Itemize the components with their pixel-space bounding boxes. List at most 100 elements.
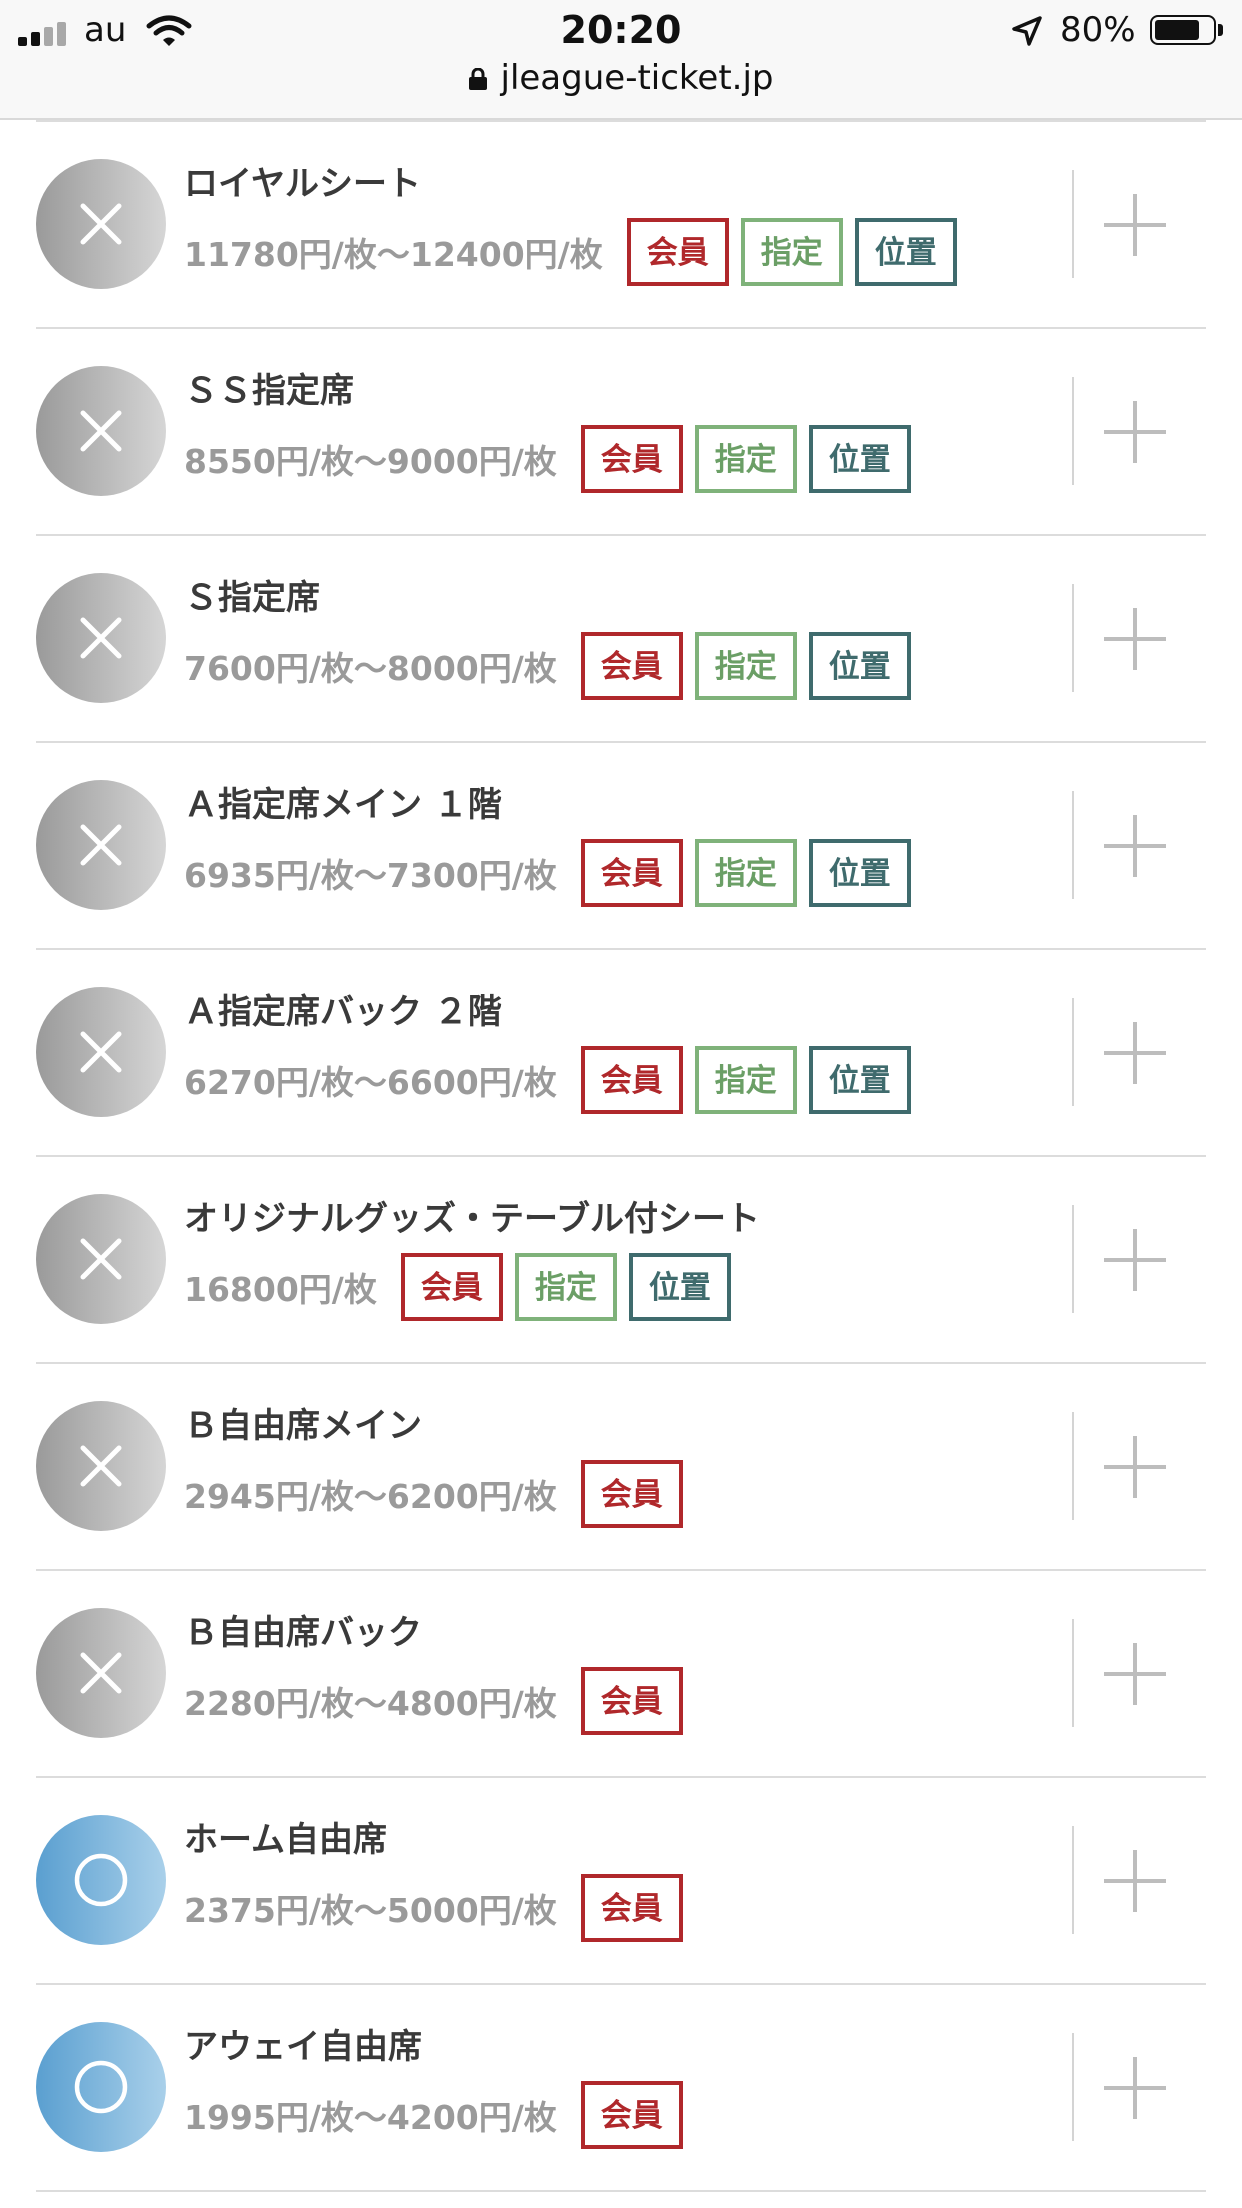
battery-level-fill (1155, 20, 1199, 40)
availability-status (36, 1401, 166, 1531)
plus-icon[interactable] (1102, 1641, 1168, 1707)
reserved-tag: 指定 (514, 1253, 617, 1321)
x-icon (80, 1238, 122, 1280)
row-divider (1072, 791, 1074, 899)
seat-name: ロイヤルシート (184, 164, 421, 204)
seat-price: 6270円/枚〜6600円/枚 (184, 1063, 557, 1102)
seat-price: 7600円/枚〜8000円/枚 (184, 649, 557, 688)
member-tag: 会員 (580, 1460, 683, 1528)
seat-name: アウェイ自由席 (184, 2027, 422, 2067)
circle-icon (74, 1853, 128, 1907)
member-tag: 会員 (580, 839, 683, 907)
address-bar[interactable]: jleague-ticket.jp (0, 58, 1242, 98)
position-tag: 位置 (808, 632, 911, 700)
row-divider (1072, 170, 1074, 278)
availability-status (36, 780, 166, 910)
price-row: 2280円/枚〜4800円/枚 会員 (184, 1667, 695, 1735)
x-icon (80, 617, 122, 659)
page-url: jleague-ticket.jp (500, 58, 774, 98)
availability-status (36, 366, 166, 496)
seat-row[interactable]: アウェイ自由席 1995円/枚〜4200円/枚 会員 (36, 1985, 1206, 2192)
seat-name: Ａ指定席メイン １階 (184, 785, 502, 825)
availability-status (36, 159, 166, 289)
x-icon (80, 203, 122, 245)
seat-name: ホーム自由席 (184, 1820, 387, 1860)
x-icon (80, 1031, 122, 1073)
row-divider (1072, 2033, 1074, 2141)
x-icon (80, 1652, 122, 1694)
price-row: 16800円/枚 会員 指定 位置 (184, 1253, 743, 1321)
seat-row[interactable]: ホーム自由席 2375円/枚〜5000円/枚 会員 (36, 1778, 1206, 1985)
price-row: 8550円/枚〜9000円/枚 会員 指定 位置 (184, 425, 923, 493)
price-row: 2375円/枚〜5000円/枚 会員 (184, 1874, 695, 1942)
seat-row[interactable]: Ａ指定席メイン １階 6935円/枚〜7300円/枚 会員 指定 位置 (36, 743, 1206, 950)
seat-row[interactable]: Ｂ自由席バック 2280円/枚〜4800円/枚 会員 (36, 1571, 1206, 1778)
plus-icon[interactable] (1102, 399, 1168, 465)
battery-cap (1218, 24, 1223, 36)
seat-name: Ａ指定席バック ２階 (184, 992, 502, 1032)
row-divider (1072, 1619, 1074, 1727)
plus-icon[interactable] (1102, 1227, 1168, 1293)
plus-icon[interactable] (1102, 192, 1168, 258)
seat-row[interactable]: Ｂ自由席メイン 2945円/枚〜6200円/枚 会員 (36, 1364, 1206, 1571)
availability-status (36, 573, 166, 703)
seat-list: ロイヤルシート 11780円/枚〜12400円/枚 会員 指定 位置 ＳＳ指定席 8550円… (36, 120, 1206, 2192)
seat-name: Ｓ指定席 (184, 578, 320, 618)
seat-row[interactable]: ロイヤルシート 11780円/枚〜12400円/枚 会員 指定 位置 (36, 122, 1206, 329)
plus-icon[interactable] (1102, 1434, 1168, 1500)
x-icon (80, 824, 122, 866)
lock-icon (468, 68, 487, 90)
price-row: 6935円/枚〜7300円/枚 会員 指定 位置 (184, 839, 923, 907)
seat-name: Ｂ自由席バック (184, 1613, 422, 1653)
status-time: 20:20 (560, 8, 682, 52)
member-tag: 会員 (580, 1667, 683, 1735)
price-row: 7600円/枚〜8000円/枚 会員 指定 位置 (184, 632, 923, 700)
reserved-tag: 指定 (694, 425, 797, 493)
availability-status (36, 1608, 166, 1738)
member-tag: 会員 (580, 2081, 683, 2149)
row-divider (1072, 377, 1074, 485)
member-tag: 会員 (580, 632, 683, 700)
position-tag: 位置 (808, 839, 911, 907)
position-tag: 位置 (808, 425, 911, 493)
position-tag: 位置 (808, 1046, 911, 1114)
x-icon (80, 410, 122, 452)
row-divider (1072, 998, 1074, 1106)
plus-icon[interactable] (1102, 1848, 1168, 1914)
status-bar: au 20:20 80% (0, 0, 1242, 60)
availability-status (36, 1815, 166, 1945)
seat-row[interactable]: Ｓ指定席 7600円/枚〜8000円/枚 会員 指定 位置 (36, 536, 1206, 743)
seat-name: ＳＳ指定席 (184, 371, 354, 411)
position-tag: 位置 (854, 218, 957, 286)
battery-percentage: 80% (1060, 10, 1136, 50)
seat-name: オリジナルグッズ・テーブル付シート (184, 1199, 760, 1239)
member-tag: 会員 (580, 1874, 683, 1942)
price-row: 2945円/枚〜6200円/枚 会員 (184, 1460, 695, 1528)
x-icon (80, 1445, 122, 1487)
plus-icon[interactable] (1102, 606, 1168, 672)
reserved-tag: 指定 (740, 218, 843, 286)
seat-price: 2945円/枚〜6200円/枚 (184, 1477, 557, 1516)
reserved-tag: 指定 (694, 632, 797, 700)
seat-price: 2375円/枚〜5000円/枚 (184, 1891, 557, 1930)
row-divider (1072, 584, 1074, 692)
seat-price: 6935円/枚〜7300円/枚 (184, 856, 557, 895)
reserved-tag: 指定 (694, 839, 797, 907)
seat-price: 2280円/枚〜4800円/枚 (184, 1684, 557, 1723)
member-tag: 会員 (580, 1046, 683, 1114)
plus-icon[interactable] (1102, 813, 1168, 879)
location-arrow-icon (1012, 16, 1042, 46)
seat-row[interactable]: オリジナルグッズ・テーブル付シート 16800円/枚 会員 指定 位置 (36, 1157, 1206, 1364)
price-row: 1995円/枚〜4200円/枚 会員 (184, 2081, 695, 2149)
member-tag: 会員 (626, 218, 729, 286)
seat-row[interactable]: ＳＳ指定席 8550円/枚〜9000円/枚 会員 指定 位置 (36, 329, 1206, 536)
member-tag: 会員 (580, 425, 683, 493)
seat-row[interactable]: Ａ指定席バック ２階 6270円/枚〜6600円/枚 会員 指定 位置 (36, 950, 1206, 1157)
plus-icon[interactable] (1102, 2055, 1168, 2121)
price-row: 11780円/枚〜12400円/枚 会員 指定 位置 (184, 218, 969, 286)
circle-icon (74, 2060, 128, 2114)
plus-icon[interactable] (1102, 1020, 1168, 1086)
member-tag: 会員 (400, 1253, 503, 1321)
browser-top-bar: au 20:20 80% jleague-ticket.jp (0, 0, 1242, 120)
seat-name: Ｂ自由席メイン (184, 1406, 422, 1446)
